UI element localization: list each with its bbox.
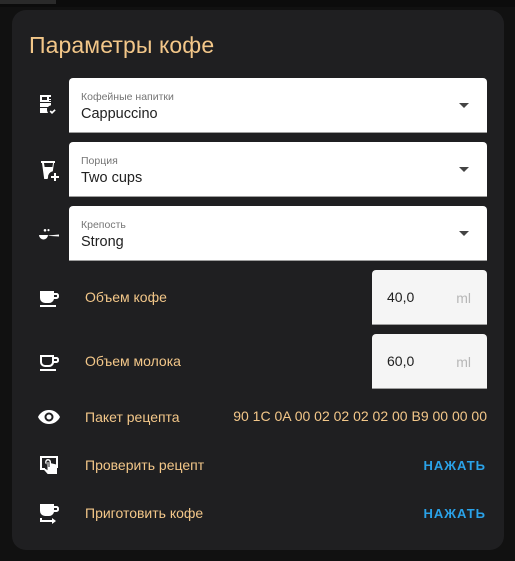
milk-volume-unit: ml bbox=[456, 354, 471, 370]
chevron-down-icon bbox=[459, 167, 469, 172]
drink-select-label: Кофейные напитки bbox=[81, 91, 174, 103]
recipe-packet-label: Пакет рецепта bbox=[85, 409, 180, 425]
eye-icon bbox=[36, 404, 62, 430]
top-bar-tab bbox=[0, 0, 56, 4]
coffee-cup-filled-icon bbox=[36, 285, 62, 311]
chevron-down-icon bbox=[459, 103, 469, 108]
check-recipe-label: Проверить рецепт bbox=[85, 457, 205, 473]
milk-volume-input[interactable] bbox=[387, 353, 447, 369]
portion-select-label: Порция bbox=[81, 155, 118, 167]
coffee-scoop-icon bbox=[36, 222, 62, 248]
recipe-packet-value: 90 1C 0A 00 02 02 02 02 00 B9 00 00 00 bbox=[233, 408, 487, 424]
portion-select[interactable]: Порция Two cups bbox=[69, 142, 487, 197]
coffee-cup-outline-icon bbox=[36, 349, 62, 375]
coffee-maker-check-icon bbox=[36, 92, 62, 118]
drink-select-value: Cappuccino bbox=[81, 106, 158, 122]
chevron-down-icon bbox=[459, 231, 469, 236]
coffee-volume-input[interactable] bbox=[387, 289, 447, 305]
strength-select[interactable]: Крепость Strong bbox=[69, 206, 487, 261]
drink-select[interactable]: Кофейные напитки Cappuccino bbox=[69, 78, 487, 133]
milk-volume-label: Объем молока bbox=[85, 353, 181, 369]
cup-plus-icon bbox=[36, 157, 62, 183]
coffee-to-go-icon bbox=[36, 500, 62, 526]
make-coffee-button[interactable]: НАЖАТЬ bbox=[423, 506, 486, 521]
touch-screen-icon bbox=[36, 452, 62, 478]
coffee-volume-field[interactable]: ml bbox=[372, 270, 487, 325]
top-bar bbox=[0, 0, 515, 7]
make-coffee-label: Приготовить кофе bbox=[85, 505, 204, 521]
portion-select-value: Two cups bbox=[81, 170, 143, 186]
coffee-volume-label: Объем кофе bbox=[85, 289, 167, 305]
strength-select-label: Крепость bbox=[81, 219, 126, 231]
milk-volume-field[interactable]: ml bbox=[372, 334, 487, 389]
check-recipe-button[interactable]: НАЖАТЬ bbox=[423, 458, 486, 473]
coffee-volume-unit: ml bbox=[456, 290, 471, 306]
card-title: Параметры кофе bbox=[29, 32, 215, 58]
strength-select-value: Strong bbox=[81, 234, 124, 250]
coffee-settings-card: Параметры кофе Кофейные напитки Cappucci… bbox=[12, 10, 504, 550]
